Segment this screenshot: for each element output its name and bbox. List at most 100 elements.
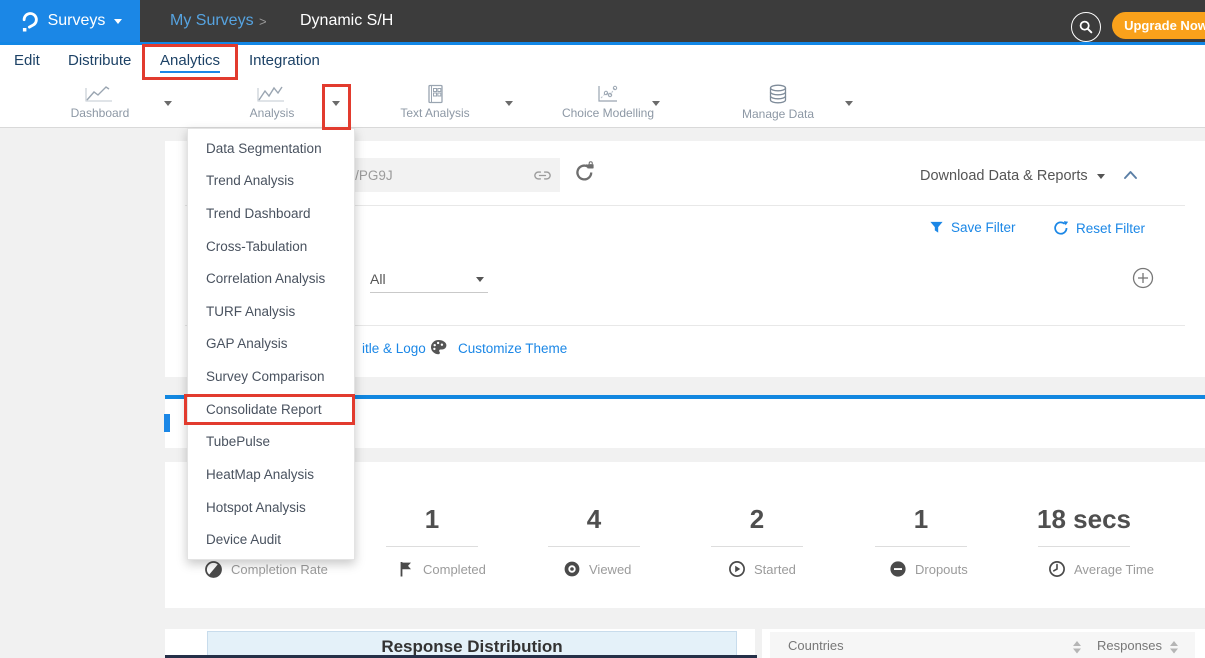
clock-icon [1048, 560, 1066, 578]
chevron-down-icon [476, 277, 484, 282]
funnel-icon [929, 220, 944, 235]
database-icon [766, 84, 790, 105]
save-filter-button[interactable]: Save Filter [929, 220, 1016, 235]
surveys-product-menu[interactable]: Surveys [0, 0, 140, 42]
manage-data-dropdown-caret[interactable] [845, 101, 853, 106]
stat-viewed-value: 4 [548, 504, 640, 535]
nav-tab-edit[interactable]: Edit [14, 52, 40, 69]
menu-item-heatmap-analysis[interactable]: HeatMap Analysis [188, 458, 354, 491]
questionpro-logo-icon [18, 9, 39, 33]
stat-completed-value: 1 [386, 504, 478, 535]
nav-tab-analytics[interactable]: Analytics [160, 52, 220, 73]
breadcrumb-my-surveys[interactable]: My Surveys [170, 12, 254, 30]
analysis-dropdown-menu: Data Segmentation Trend Analysis Trend D… [187, 128, 355, 560]
text-analysis-dropdown-caret[interactable] [505, 101, 513, 106]
stat-completion-rate: Completion Rate [204, 560, 328, 579]
customize-theme-link[interactable]: Customize Theme [458, 341, 567, 356]
stat-dropouts-value: 1 [875, 504, 967, 535]
stat-label: Dropouts [915, 562, 968, 577]
toolbar-choice-modelling-button[interactable]: Choice Modelling [548, 84, 668, 124]
survey-title-logo-link[interactable]: itle & Logo [362, 341, 426, 356]
menu-item-turf-analysis[interactable]: TURF Analysis [188, 295, 354, 328]
response-distribution-title: Response Distribution [207, 631, 737, 658]
eye-icon [563, 560, 581, 578]
stat-label: Average Time [1074, 562, 1154, 577]
toolbar-text-analysis-label: Text Analysis [400, 106, 469, 120]
stat-divider [386, 546, 478, 547]
choice-modelling-dropdown-caret[interactable] [652, 101, 660, 106]
search-button[interactable] [1071, 12, 1101, 42]
menu-item-consolidate-report[interactable]: Consolidate Report [188, 393, 354, 426]
product-name: Surveys [48, 12, 106, 30]
reset-filter-label: Reset Filter [1076, 221, 1145, 236]
stat-started-value: 2 [711, 504, 803, 535]
stat-label: Completed [423, 562, 486, 577]
toolbar-manage-data-label: Manage Data [742, 107, 814, 121]
line-chart-icon [255, 84, 289, 104]
search-icon [1078, 19, 1094, 35]
breadcrumb-separator: > [259, 14, 267, 29]
scatter-chart-icon [595, 84, 621, 104]
stat-dropouts: Dropouts [889, 560, 968, 578]
filter-all-select[interactable]: All [370, 266, 488, 293]
toolbar-text-analysis-button[interactable]: Text Analysis [375, 84, 495, 124]
download-data-reports-label: Download Data & Reports [920, 168, 1088, 184]
filter-all-value: All [370, 271, 386, 287]
column-header-countries[interactable]: Countries [788, 638, 844, 653]
minus-circle-icon [889, 560, 907, 578]
reset-filter-button[interactable]: Reset Filter [1053, 220, 1145, 236]
toolbar-dashboard-label: Dashboard [71, 106, 130, 120]
breadcrumb-current-survey: Dynamic S/H [300, 12, 393, 30]
sort-icon[interactable] [1073, 641, 1081, 654]
stat-divider [548, 546, 640, 547]
analysis-dropdown-caret[interactable] [332, 101, 340, 106]
menu-item-data-segmentation[interactable]: Data Segmentation [188, 132, 354, 165]
stat-completed: Completed [398, 560, 486, 578]
toolbar-dashboard-button[interactable]: Dashboard [40, 84, 160, 124]
stat-divider [711, 546, 803, 547]
toolbar-analysis-button[interactable]: Analysis [212, 84, 332, 124]
menu-item-device-audit[interactable]: Device Audit [188, 523, 354, 556]
stat-started: Started [728, 560, 796, 578]
stat-average-time-value: 18 secs [1028, 504, 1140, 535]
link-icon[interactable] [525, 167, 560, 184]
stat-label: Viewed [589, 562, 631, 577]
menu-item-correlation-analysis[interactable]: Correlation Analysis [188, 262, 354, 295]
collapse-section-chevron[interactable] [1122, 168, 1139, 182]
toolbar-analysis-label: Analysis [250, 106, 295, 120]
palette-icon [429, 338, 448, 357]
chevron-down-icon [1097, 174, 1105, 179]
flag-icon [398, 560, 415, 578]
stat-viewed: Viewed [563, 560, 631, 578]
play-circle-icon [728, 560, 746, 578]
nav-tab-integration[interactable]: Integration [249, 52, 320, 69]
toolbar-choice-modelling-label: Choice Modelling [562, 106, 654, 120]
menu-item-gap-analysis[interactable]: GAP Analysis [188, 328, 354, 361]
menu-item-tubepulse[interactable]: TubePulse [188, 425, 354, 458]
stat-label: Started [754, 562, 796, 577]
menu-item-trend-dashboard[interactable]: Trend Dashboard [188, 197, 354, 230]
nav-tab-distribute[interactable]: Distribute [68, 52, 131, 69]
menu-item-hotspot-analysis[interactable]: Hotspot Analysis [188, 491, 354, 524]
upgrade-now-button[interactable]: Upgrade Now [1112, 12, 1205, 39]
dashboard-dropdown-caret[interactable] [164, 101, 172, 106]
menu-item-survey-comparison[interactable]: Survey Comparison [188, 360, 354, 393]
stat-average-time: Average Time [1048, 560, 1154, 578]
section-title-accent [164, 414, 170, 432]
sort-icon[interactable] [1170, 641, 1178, 654]
add-filter-plus-button[interactable] [1131, 266, 1155, 290]
save-filter-label: Save Filter [951, 220, 1016, 235]
stat-label: Completion Rate [231, 562, 328, 577]
stat-divider [1038, 546, 1130, 547]
menu-item-cross-tabulation[interactable]: Cross-Tabulation [188, 230, 354, 263]
line-chart-icon [83, 84, 117, 104]
stat-divider [875, 546, 967, 547]
globe-lock-icon[interactable] [573, 161, 596, 184]
refresh-icon [1053, 220, 1069, 236]
chevron-down-icon [114, 19, 122, 24]
menu-item-trend-analysis[interactable]: Trend Analysis [188, 165, 354, 198]
column-header-responses[interactable]: Responses [1097, 638, 1162, 653]
download-data-reports-dropdown[interactable]: Download Data & Reports [920, 168, 1105, 184]
toolbar-manage-data-button[interactable]: Manage Data [718, 84, 838, 124]
document-grid-icon [424, 84, 446, 104]
